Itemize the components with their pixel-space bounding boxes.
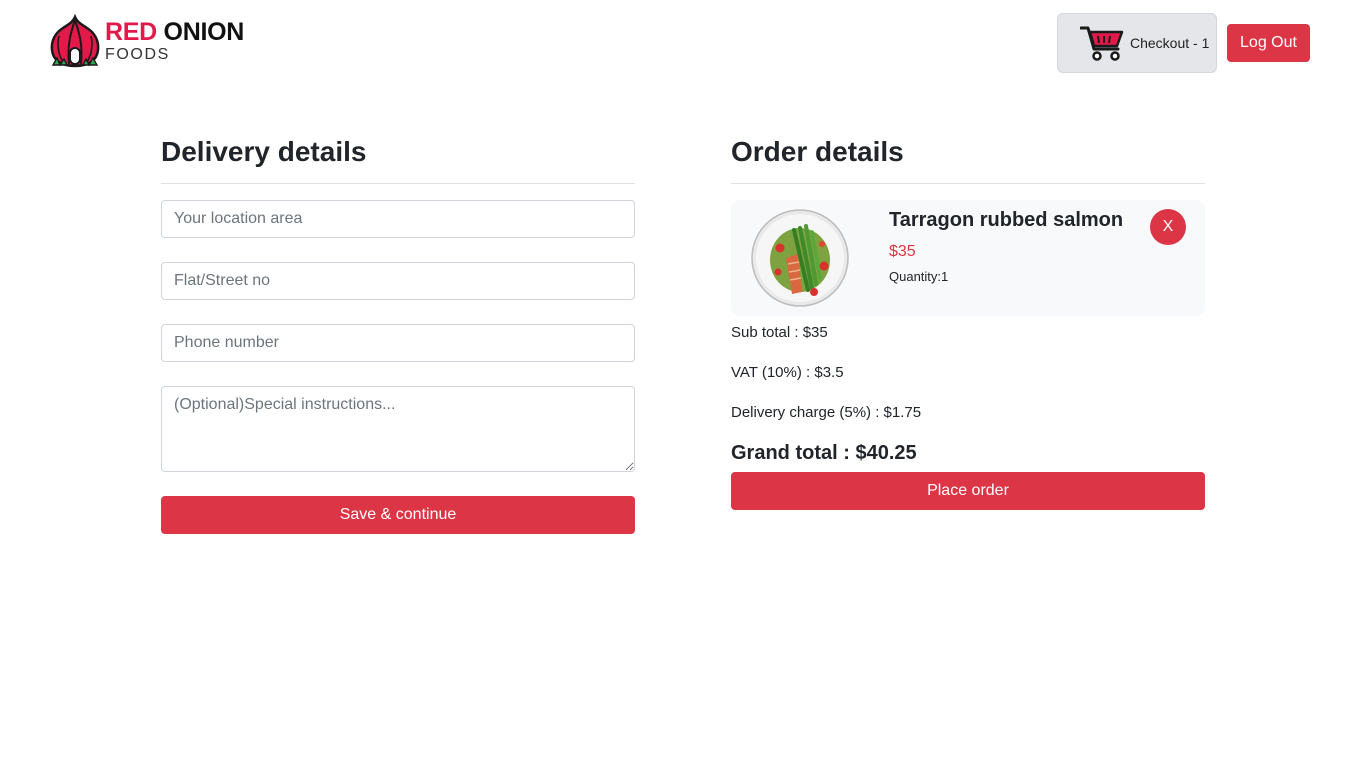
place-order-button[interactable]: Place order (731, 472, 1205, 510)
delivery-charge-text: Delivery charge (5%) : $1.75 (731, 404, 922, 421)
location-input[interactable] (161, 200, 635, 238)
brand-name-red: RED (105, 17, 157, 46)
brand-name-dark: ONION (163, 17, 245, 46)
save-continue-button[interactable]: Save & continue (161, 496, 635, 534)
special-instructions-textarea[interactable] (161, 386, 635, 472)
brand-logo[interactable]: RED ONION FOODS (49, 14, 249, 68)
checkout-cart-button[interactable]: Checkout - 1 (1057, 13, 1217, 73)
vat-text: VAT (10%) : $3.5 (731, 364, 844, 381)
order-details-title: Order details (731, 136, 904, 167)
salmon-dish-image (751, 209, 849, 307)
order-details-section: Order details Tarragon rubbed salmon $35… (731, 132, 1205, 510)
logout-button[interactable]: Log Out (1227, 24, 1310, 62)
brand-name: RED ONION (105, 17, 245, 46)
order-item-card: Tarragon rubbed salmon $35 Quantity:1 X (731, 200, 1205, 316)
section-divider (731, 183, 1205, 184)
shopping-cart-icon (1080, 26, 1124, 61)
onion-logo-icon (50, 14, 100, 68)
order-item-quantity: Quantity:1 (889, 269, 949, 284)
section-divider (161, 183, 635, 184)
brand-wordmark: RED ONION FOODS (105, 17, 245, 63)
street-input[interactable] (161, 262, 635, 300)
checkout-count-label: Checkout - 1 (1130, 35, 1210, 51)
phone-input[interactable] (161, 324, 635, 362)
order-item-name: Tarragon rubbed salmon (889, 209, 1124, 231)
delivery-details-title: Delivery details (161, 136, 367, 167)
remove-item-button[interactable]: X (1150, 209, 1186, 245)
delivery-details-section: Delivery details Save & continue (161, 132, 635, 534)
brand-subtitle: FOODS (105, 45, 170, 63)
order-item-price: $35 (889, 243, 916, 260)
grand-total-text: Grand total : $40.25 (731, 442, 917, 464)
subtotal-text: Sub total : $35 (731, 324, 828, 341)
